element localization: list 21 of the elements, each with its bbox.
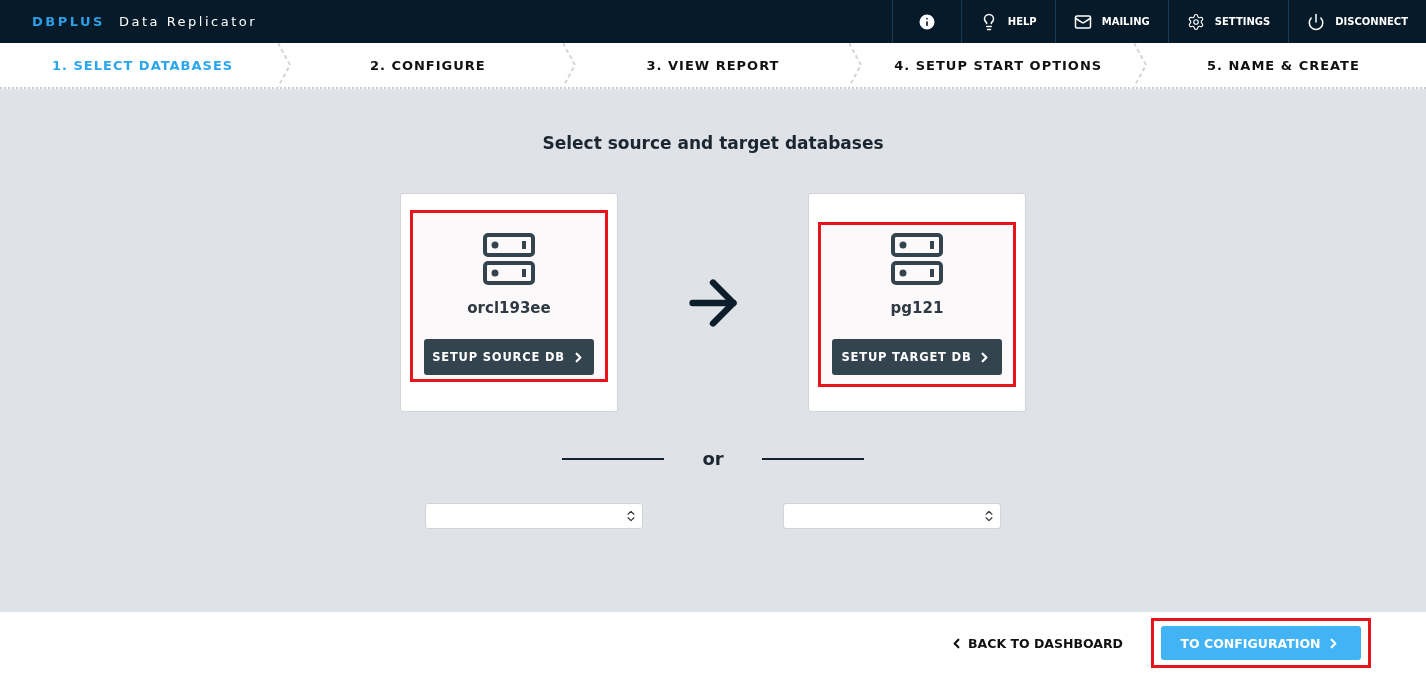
database-name: orcl193ee: [467, 299, 551, 317]
wizard-step-tab[interactable]: 2. CONFIGURE: [363, 56, 492, 74]
settings-icon: [1186, 12, 1205, 31]
mail-icon: [1073, 12, 1092, 31]
back-link[interactable]: BACK TO DASHBOARD: [943, 634, 1129, 652]
server-icon: [891, 233, 943, 285]
server-icon: [483, 233, 535, 285]
info-icon: [916, 11, 937, 32]
database-select[interactable]: [783, 503, 1001, 529]
product-name: Data Replicator: [118, 14, 258, 29]
brand-name: DBPLUS: [32, 14, 105, 29]
or-separator: or: [702, 448, 724, 469]
page-heading: Select source and target databases: [542, 133, 884, 153]
database-name: pg121: [890, 299, 944, 317]
wizard-step-tab[interactable]: 5. NAME & CREATE: [1200, 56, 1366, 74]
setup-db-button[interactable]: SETUP SOURCE DB: [424, 339, 594, 375]
database-select[interactable]: [425, 503, 643, 529]
power-icon: [1307, 12, 1326, 31]
wizard-step-tab[interactable]: 3. VIEW REPORT: [640, 56, 786, 74]
setup-db-button[interactable]: SETUP TARGET DB: [832, 339, 1002, 375]
wizard-step-tab[interactable]: 4. SETUP START OPTIONS: [888, 56, 1109, 74]
